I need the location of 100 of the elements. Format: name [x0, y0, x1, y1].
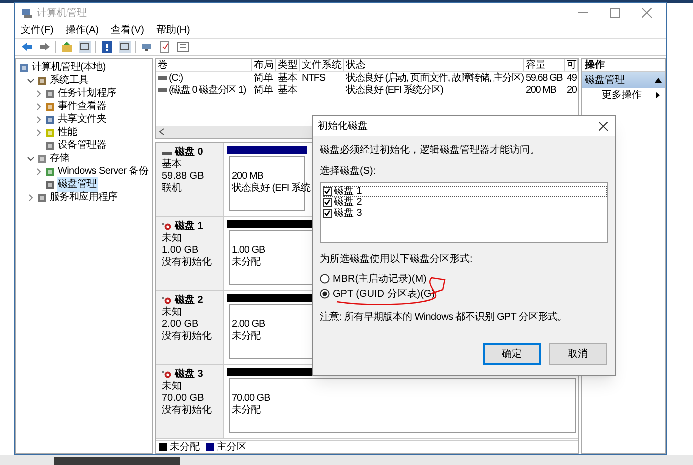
monitor-icon — [140, 41, 152, 53]
dialog-message: 磁盘必须经过初始化，逻辑磁盘管理器才能访问。 — [320, 144, 541, 158]
column-header[interactable]: 状态 — [344, 59, 524, 71]
column-header[interactable]: 容量 — [524, 59, 565, 71]
dialog-note: 注意: 所有早期版本的 Windows 都不识别 GPT 分区形式。 — [320, 310, 568, 325]
column-header[interactable]: 类型 — [276, 59, 300, 71]
table-cell-text: 200 MB — [526, 84, 556, 98]
legend-label: 未分配 — [170, 440, 200, 454]
partition-status: 未分配 — [232, 331, 260, 343]
menu-item[interactable]: 操作(A) — [64, 23, 100, 38]
disk-type: 未知 — [162, 307, 183, 319]
menu-item[interactable]: 文件(F) — [20, 23, 55, 38]
radio-button[interactable] — [320, 289, 330, 299]
disk-size: 1.00 GB — [162, 245, 200, 256]
radio-button[interactable] — [320, 274, 330, 284]
node-icon — [45, 128, 55, 138]
node-icon — [45, 140, 55, 150]
list-item[interactable]: 磁盘 1 — [323, 186, 607, 197]
table-cell-text: (磁盘 0 磁盘分区 1) — [169, 83, 246, 98]
partition-size: 70.00 GB — [232, 393, 270, 404]
disk-size: 59.88 GB — [162, 171, 206, 182]
tree-item[interactable]: 共享文件夹 — [57, 112, 108, 127]
submenu-arrow-icon — [656, 92, 660, 98]
collapse-icon — [655, 78, 662, 82]
close-icon — [598, 122, 608, 130]
tree-item[interactable]: 性能 — [57, 125, 78, 140]
close-button[interactable] — [597, 120, 609, 132]
tree-item[interactable]: 系统工具 — [49, 73, 90, 88]
table-cell-text: 49 — [567, 72, 577, 86]
disk-name: 磁盘 3 — [175, 369, 204, 381]
node-icon — [45, 166, 55, 176]
table-cell-text: 状态良好 (启动, 页面文件, 故障转储, 主分区) — [346, 72, 524, 84]
help-icon — [100, 41, 112, 53]
window-title: 计算机管理 — [37, 6, 87, 20]
console-icon — [118, 41, 130, 53]
disk-list[interactable]: 磁盘 1 磁盘 2 磁盘 3 — [320, 182, 608, 243]
table-cell-text: NTFS — [302, 72, 326, 86]
folder-icon — [60, 41, 72, 53]
partition-size: 200 MB — [232, 171, 264, 182]
app-icon — [21, 7, 33, 19]
table-cell-text: 简单 — [254, 84, 273, 98]
column-header[interactable]: 文件系统 — [300, 59, 344, 71]
partition-size: 2.00 GB — [232, 319, 266, 330]
menu-item[interactable]: 帮助(H) — [155, 23, 192, 38]
disk-status: 联机 — [162, 183, 183, 195]
dialog-button[interactable]: 取消 — [549, 343, 607, 365]
toolbar-button[interactable] — [175, 40, 190, 54]
tree-item[interactable]: 事件查看器 — [57, 99, 108, 114]
dialog-title: 初始化磁盘 — [318, 120, 368, 134]
tree-item[interactable]: Windows Server 备份 — [57, 164, 150, 179]
tree-item[interactable]: 服务和应用程序 — [49, 190, 119, 205]
field-label: 为所选磁盘使用以下磁盘分区形式: — [320, 252, 474, 267]
node-icon — [45, 114, 55, 124]
partition-size: 1.00 GB — [232, 245, 266, 256]
close-icon — [642, 8, 652, 18]
tree-item[interactable]: 计算机管理(本地) — [31, 60, 107, 75]
disk-type: 基本 — [162, 159, 183, 171]
tree-item[interactable]: 设备管理器 — [57, 138, 108, 153]
tree-item[interactable]: 磁盘管理 — [57, 177, 98, 192]
toolbar-button[interactable] — [117, 40, 132, 54]
table-cell-text: 59.68 GB — [526, 72, 563, 86]
scroll-left-icon — [159, 128, 165, 136]
checklist-icon — [158, 41, 170, 53]
partition-status: 未分配 — [232, 257, 260, 269]
table-cell-text: 基本 — [278, 72, 297, 84]
partition-status: 未分配 — [232, 405, 260, 417]
legend-label: 主分区 — [217, 440, 247, 454]
node-icon — [37, 76, 47, 86]
disk-type: 未知 — [162, 233, 183, 245]
checkbox[interactable] — [323, 209, 332, 218]
toolbar-button[interactable] — [77, 40, 92, 54]
radio-option[interactable]: MBR(主启动记录)(M) — [320, 273, 608, 285]
checkbox[interactable] — [323, 198, 332, 207]
disk-size: 2.00 GB — [162, 319, 200, 330]
column-header[interactable]: 卷 — [156, 59, 252, 71]
dialog-button[interactable]: 确定 — [483, 343, 541, 365]
column-header[interactable]: 可 — [565, 59, 578, 71]
checkbox[interactable] — [323, 187, 332, 196]
table-cell-text: 简单 — [254, 72, 273, 84]
table-cell-text: 状态良好 (EFI 系统分区) — [346, 84, 444, 98]
action-link[interactable]: 更多操作 — [602, 88, 642, 102]
list-item[interactable]: 磁盘 3 — [323, 208, 607, 219]
radio-option[interactable]: GPT (GUID 分区表)(G) — [320, 288, 608, 300]
tree-item[interactable]: 任务计划程序 — [57, 86, 118, 101]
disk-name: 磁盘 0 — [175, 147, 204, 158]
disk-status: 没有初始化 — [162, 257, 213, 269]
table-cell-text: 基本 — [278, 84, 297, 98]
list-item[interactable]: 磁盘 2 — [323, 197, 607, 208]
node-icon — [19, 62, 29, 72]
tree-item[interactable]: 存储 — [49, 151, 70, 166]
disk-status: 没有初始化 — [162, 405, 213, 417]
disk-size: 70.00 GB — [162, 393, 206, 404]
list-icon — [176, 41, 188, 53]
actions-section-button[interactable]: 磁盘管理 — [582, 72, 665, 88]
toolbar-button[interactable] — [59, 40, 74, 54]
column-header[interactable]: 布局 — [252, 59, 276, 71]
disk-type: 未知 — [162, 381, 183, 393]
toolbar-button[interactable] — [99, 40, 114, 54]
menu-item[interactable]: 查看(V) — [110, 23, 146, 38]
table-cell-text: (C:) — [169, 72, 183, 84]
